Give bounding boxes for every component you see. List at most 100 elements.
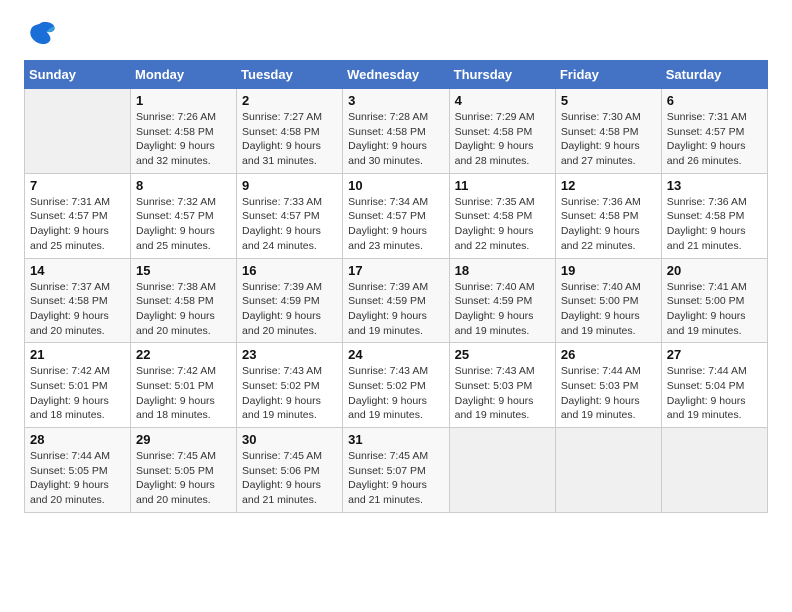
day-info: Sunrise: 7:40 AM Sunset: 4:59 PM Dayligh…	[455, 280, 550, 339]
calendar-cell: 25 Sunrise: 7:43 AM Sunset: 5:03 PM Dayli…	[449, 343, 555, 428]
day-info: Sunrise: 7:29 AM Sunset: 4:58 PM Dayligh…	[455, 110, 550, 169]
calendar-cell: 30 Sunrise: 7:45 AM Sunset: 5:06 PM Dayli…	[237, 428, 343, 513]
calendar-cell: 21 Sunrise: 7:42 AM Sunset: 5:01 PM Dayli…	[25, 343, 131, 428]
weekday-header-wednesday: Wednesday	[343, 61, 449, 89]
day-info: Sunrise: 7:45 AM Sunset: 5:07 PM Dayligh…	[348, 449, 443, 508]
calendar-cell: 28 Sunrise: 7:44 AM Sunset: 5:05 PM Dayli…	[25, 428, 131, 513]
header	[24, 20, 768, 48]
week-row-4: 21 Sunrise: 7:42 AM Sunset: 5:01 PM Dayli…	[25, 343, 768, 428]
day-info: Sunrise: 7:30 AM Sunset: 4:58 PM Dayligh…	[561, 110, 656, 169]
day-number: 16	[242, 263, 337, 278]
day-number: 14	[30, 263, 125, 278]
day-info: Sunrise: 7:44 AM Sunset: 5:05 PM Dayligh…	[30, 449, 125, 508]
calendar-cell: 29Sunrise: 7:45 AM Sunset: 5:05 PM Dayli…	[131, 428, 237, 513]
day-number: 27	[667, 347, 762, 362]
day-number: 1	[136, 93, 231, 108]
calendar-cell: 31 Sunrise: 7:45 AM Sunset: 5:07 PM Dayli…	[343, 428, 449, 513]
calendar-cell: 11 Sunrise: 7:35 AM Sunset: 4:58 PM Dayli…	[449, 173, 555, 258]
day-number: 13	[667, 178, 762, 193]
weekday-header-saturday: Saturday	[661, 61, 767, 89]
day-number: 18	[455, 263, 550, 278]
weekday-header-monday: Monday	[131, 61, 237, 89]
calendar-cell: 22 Sunrise: 7:42 AM Sunset: 5:01 PM Dayli…	[131, 343, 237, 428]
calendar-cell: 5Sunrise: 7:30 AM Sunset: 4:58 PM Daylig…	[555, 89, 661, 174]
day-info: Sunrise: 7:37 AM Sunset: 4:58 PM Dayligh…	[30, 280, 125, 339]
day-info: Sunrise: 7:43 AM Sunset: 5:02 PM Dayligh…	[242, 364, 337, 423]
day-info: Sunrise: 7:26 AM Sunset: 4:58 PM Dayligh…	[136, 110, 231, 169]
day-info: Sunrise: 7:39 AM Sunset: 4:59 PM Dayligh…	[348, 280, 443, 339]
day-number: 11	[455, 178, 550, 193]
day-number: 21	[30, 347, 125, 362]
calendar-cell: 9 Sunrise: 7:33 AM Sunset: 4:57 PM Daylig…	[237, 173, 343, 258]
calendar-cell	[25, 89, 131, 174]
day-number: 25	[455, 347, 550, 362]
day-info: Sunrise: 7:44 AM Sunset: 5:03 PM Dayligh…	[561, 364, 656, 423]
calendar-cell: 10Sunrise: 7:34 AM Sunset: 4:57 PM Dayli…	[343, 173, 449, 258]
calendar-cell: 8 Sunrise: 7:32 AM Sunset: 4:57 PM Daylig…	[131, 173, 237, 258]
day-number: 30	[242, 432, 337, 447]
day-number: 20	[667, 263, 762, 278]
calendar-cell: 12 Sunrise: 7:36 AM Sunset: 4:58 PM Dayli…	[555, 173, 661, 258]
week-row-1: 1 Sunrise: 7:26 AM Sunset: 4:58 PM Daylig…	[25, 89, 768, 174]
calendar-header: SundayMondayTuesdayWednesdayThursdayFrid…	[25, 61, 768, 89]
day-number: 12	[561, 178, 656, 193]
week-row-2: 7Sunrise: 7:31 AM Sunset: 4:57 PM Daylig…	[25, 173, 768, 258]
day-number: 28	[30, 432, 125, 447]
day-number: 26	[561, 347, 656, 362]
day-info: Sunrise: 7:45 AM Sunset: 5:06 PM Dayligh…	[242, 449, 337, 508]
calendar-cell: 16 Sunrise: 7:39 AM Sunset: 4:59 PM Dayli…	[237, 258, 343, 343]
calendar-table: SundayMondayTuesdayWednesdayThursdayFrid…	[24, 60, 768, 513]
day-number: 15	[136, 263, 231, 278]
day-number: 19	[561, 263, 656, 278]
calendar-cell: 23 Sunrise: 7:43 AM Sunset: 5:02 PM Dayli…	[237, 343, 343, 428]
calendar-cell: 17 Sunrise: 7:39 AM Sunset: 4:59 PM Dayli…	[343, 258, 449, 343]
day-info: Sunrise: 7:43 AM Sunset: 5:02 PM Dayligh…	[348, 364, 443, 423]
day-info: Sunrise: 7:36 AM Sunset: 4:58 PM Dayligh…	[561, 195, 656, 254]
day-number: 9	[242, 178, 337, 193]
day-info: Sunrise: 7:42 AM Sunset: 5:01 PM Dayligh…	[136, 364, 231, 423]
weekday-header-thursday: Thursday	[449, 61, 555, 89]
day-info: Sunrise: 7:28 AM Sunset: 4:58 PM Dayligh…	[348, 110, 443, 169]
calendar-cell: 2Sunrise: 7:27 AM Sunset: 4:58 PM Daylig…	[237, 89, 343, 174]
calendar-cell: 13 Sunrise: 7:36 AM Sunset: 4:58 PM Dayli…	[661, 173, 767, 258]
day-info: Sunrise: 7:31 AM Sunset: 4:57 PM Dayligh…	[667, 110, 762, 169]
calendar-cell	[449, 428, 555, 513]
weekday-header-sunday: Sunday	[25, 61, 131, 89]
calendar-cell: 20 Sunrise: 7:41 AM Sunset: 5:00 PM Dayli…	[661, 258, 767, 343]
day-info: Sunrise: 7:41 AM Sunset: 5:00 PM Dayligh…	[667, 280, 762, 339]
day-number: 31	[348, 432, 443, 447]
day-info: Sunrise: 7:43 AM Sunset: 5:03 PM Dayligh…	[455, 364, 550, 423]
calendar-cell	[661, 428, 767, 513]
weekday-header-friday: Friday	[555, 61, 661, 89]
day-number: 8	[136, 178, 231, 193]
day-info: Sunrise: 7:40 AM Sunset: 5:00 PM Dayligh…	[561, 280, 656, 339]
calendar-cell	[555, 428, 661, 513]
logo-bird-icon	[24, 20, 56, 48]
day-info: Sunrise: 7:35 AM Sunset: 4:58 PM Dayligh…	[455, 195, 550, 254]
day-info: Sunrise: 7:36 AM Sunset: 4:58 PM Dayligh…	[667, 195, 762, 254]
calendar-cell: 24Sunrise: 7:43 AM Sunset: 5:02 PM Dayli…	[343, 343, 449, 428]
calendar-cell: 1 Sunrise: 7:26 AM Sunset: 4:58 PM Daylig…	[131, 89, 237, 174]
calendar-body: 1 Sunrise: 7:26 AM Sunset: 4:58 PM Daylig…	[25, 89, 768, 513]
day-info: Sunrise: 7:42 AM Sunset: 5:01 PM Dayligh…	[30, 364, 125, 423]
calendar-cell: 6Sunrise: 7:31 AM Sunset: 4:57 PM Daylig…	[661, 89, 767, 174]
calendar-cell: 26 Sunrise: 7:44 AM Sunset: 5:03 PM Dayli…	[555, 343, 661, 428]
calendar-cell: 7Sunrise: 7:31 AM Sunset: 4:57 PM Daylig…	[25, 173, 131, 258]
calendar-cell: 27Sunrise: 7:44 AM Sunset: 5:04 PM Dayli…	[661, 343, 767, 428]
calendar-cell: 4Sunrise: 7:29 AM Sunset: 4:58 PM Daylig…	[449, 89, 555, 174]
weekday-header-tuesday: Tuesday	[237, 61, 343, 89]
day-info: Sunrise: 7:31 AM Sunset: 4:57 PM Dayligh…	[30, 195, 125, 254]
day-info: Sunrise: 7:33 AM Sunset: 4:57 PM Dayligh…	[242, 195, 337, 254]
day-number: 2	[242, 93, 337, 108]
calendar-cell: 18 Sunrise: 7:40 AM Sunset: 4:59 PM Dayli…	[449, 258, 555, 343]
day-info: Sunrise: 7:39 AM Sunset: 4:59 PM Dayligh…	[242, 280, 337, 339]
day-number: 23	[242, 347, 337, 362]
day-number: 10	[348, 178, 443, 193]
day-number: 17	[348, 263, 443, 278]
day-info: Sunrise: 7:32 AM Sunset: 4:57 PM Dayligh…	[136, 195, 231, 254]
day-info: Sunrise: 7:38 AM Sunset: 4:58 PM Dayligh…	[136, 280, 231, 339]
week-row-3: 14 Sunrise: 7:37 AM Sunset: 4:58 PM Dayli…	[25, 258, 768, 343]
calendar-cell: 3Sunrise: 7:28 AM Sunset: 4:58 PM Daylig…	[343, 89, 449, 174]
day-number: 22	[136, 347, 231, 362]
day-number: 29	[136, 432, 231, 447]
